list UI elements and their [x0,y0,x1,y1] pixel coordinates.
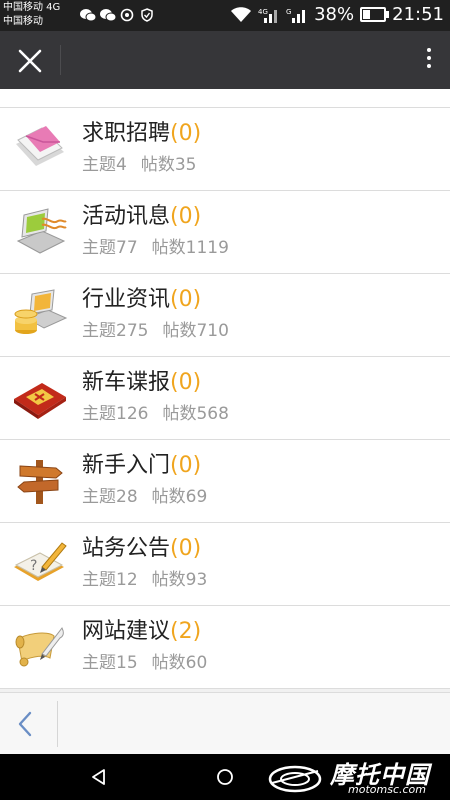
battery-icon [360,7,390,22]
signal-g-icon: G [286,8,306,23]
signal-4g-icon: 4G [258,8,278,23]
new-post-count: (2) [170,619,202,644]
carrier-line-1: 中国移动 4G [3,2,61,13]
forum-stats: 主题15 帖数60 [82,652,207,674]
topic-count: 主题275 [82,321,149,341]
forum-row-announcements[interactable]: ? 站务公告(0) 主题12 帖数93 [0,523,450,606]
close-button[interactable] [14,45,46,77]
post-count: 帖数1119 [151,238,229,258]
post-count: 帖数69 [151,487,208,507]
laptop-wave-icon [12,205,68,257]
forum-list: 求职招聘(0) 主题4 帖数35 活动讯息(0) 主题77 帖数1119 行业资… [0,89,450,692]
signpost-icon [12,454,68,506]
forum-title: 网站建议(2) [82,618,201,646]
status-right: 4G G 38% 21:51 [230,4,444,25]
carrier-line-2: 中国移动 [3,16,43,27]
forum-row-spy-news[interactable]: 新车谍报(0) 主题126 帖数568 [0,357,450,440]
app-bar-divider [60,45,61,75]
motorcycle-logo-icon [268,765,322,793]
scroll-quill-icon [12,620,68,672]
forum-row-industry-news[interactable]: 行业资讯(0) 主题275 帖数710 [0,274,450,357]
partial-row [0,89,450,108]
new-post-count: (0) [170,287,202,312]
notification-icons [80,7,154,22]
post-count: 帖数710 [162,321,229,341]
system-navigation-bar: 摩托中国 motomsc.com [0,754,450,800]
topic-count: 主题77 [82,238,138,258]
forum-title-text: 行业资讯 [82,287,171,312]
toolbar-divider [57,701,58,747]
new-post-count: (0) [170,121,202,146]
nav-home-button[interactable] [216,768,234,786]
new-post-count: (0) [170,536,202,561]
more-vertical-icon [424,48,434,68]
forum-stats: 主题28 帖数69 [82,486,207,508]
post-count: 帖数568 [162,404,229,424]
topic-count: 主题12 [82,570,138,590]
watermark-url: motomsc.com [348,783,426,796]
forum-title: 新手入门(0) [82,452,201,480]
close-icon [18,49,42,73]
svg-text:4G: 4G [258,8,268,16]
forum-title-text: 网站建议 [82,619,171,644]
forum-stats: 主题77 帖数1119 [82,237,229,259]
triangle-back-icon [92,769,105,785]
forum-title-text: 新车谍报 [82,370,171,395]
wifi-icon [231,6,252,22]
back-button[interactable] [12,707,38,741]
laptop-coins-icon [12,288,68,340]
forum-title: 行业资讯(0) [82,286,201,314]
forum-stats: 主题12 帖数93 [82,569,207,591]
forum-row-events[interactable]: 活动讯息(0) 主题77 帖数1119 [0,191,450,274]
watermark: 摩托中国 motomsc.com [260,755,440,799]
circle-home-icon [217,769,233,785]
forum-title: 新车谍报(0) [82,369,201,397]
topic-count: 主题15 [82,653,138,673]
forum-title-text: 新手入门 [82,453,171,478]
forum-row-suggestions[interactable]: 网站建议(2) 主题15 帖数60 [0,606,450,689]
topic-count: 主题28 [82,487,138,507]
nav-back-button[interactable] [90,768,108,786]
forum-row-recruitment[interactable]: 求职招聘(0) 主题4 帖数35 [0,108,450,191]
forum-title: 求职招聘(0) [82,120,201,148]
new-post-count: (0) [170,204,202,229]
chevron-left-icon [18,711,32,737]
wechat-icon [80,7,97,22]
forum-title-text: 活动讯息 [82,204,171,229]
post-count: 帖数93 [151,570,208,590]
new-post-count: (0) [170,453,202,478]
forum-stats: 主题275 帖数710 [82,320,229,342]
app-bar [0,31,450,89]
settings-ring-icon [120,7,134,22]
forum-title-text: 站务公告 [82,536,171,561]
svg-text:G: G [286,8,291,16]
forum-title: 活动讯息(0) [82,203,201,231]
new-post-count: (0) [170,370,202,395]
forum-row-beginners[interactable]: 新手入门(0) 主题28 帖数69 [0,440,450,523]
svg-text:?: ? [30,558,37,574]
post-count: 帖数35 [140,155,197,175]
forum-title: 站务公告(0) [82,535,201,563]
status-bar: 中国移动 4G 中国移动 4G G 38% 21:51 [0,0,450,31]
wechat-icon [100,7,117,22]
notebook-pencil-icon: ? [12,537,68,589]
forum-stats: 主题4 帖数35 [82,154,196,176]
forum-stats: 主题126 帖数568 [82,403,229,425]
topic-count: 主题4 [82,155,127,175]
topic-count: 主题126 [82,404,149,424]
clock: 21:51 [392,4,444,25]
bottom-toolbar [0,692,450,755]
carrier-info: 中国移动 4G 中国移动 [3,1,60,29]
envelope-icon [12,122,68,174]
forum-title-text: 求职招聘 [82,121,171,146]
red-card-icon [12,371,68,423]
shield-icon [140,7,154,22]
battery-percent: 38% [314,4,355,25]
more-menu-button[interactable] [424,45,434,75]
post-count: 帖数60 [151,653,208,673]
